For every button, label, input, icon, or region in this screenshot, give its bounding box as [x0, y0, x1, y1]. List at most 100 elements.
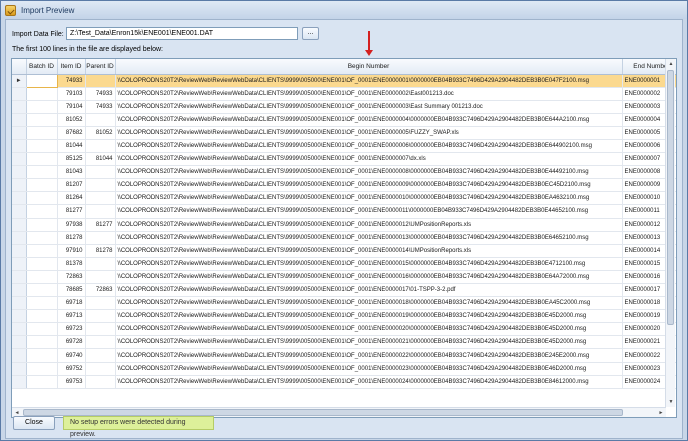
parent-id-cell[interactable]	[85, 348, 116, 363]
parent-id-cell[interactable]: 81278	[85, 244, 116, 258]
item-id-cell[interactable]: 81264	[57, 191, 86, 206]
item-id-cell[interactable]: 69753	[57, 375, 86, 389]
table-row[interactable]: 69740 \\COLOPRODNS20T2\ReviewWeb\ReviewWe…	[12, 348, 676, 363]
vertical-scroll-thumb[interactable]	[667, 70, 674, 325]
row-indicator[interactable]	[12, 309, 27, 324]
preview-grid[interactable]: Batch ID Item ID Parent ID Begin Number …	[11, 58, 677, 418]
table-row[interactable]: 81043 \\COLOPRODNS20T2\ReviewWeb\ReviewWe…	[12, 165, 676, 180]
row-indicator[interactable]	[12, 322, 27, 337]
table-row[interactable]: 81278 \\COLOPRODNS20T2\ReviewWeb\ReviewWe…	[12, 231, 676, 245]
table-row[interactable]: 69752 \\COLOPRODNS20T2\ReviewWeb\ReviewWe…	[12, 362, 676, 376]
begin-number-cell[interactable]: \\COLOPRODNS20T2\ReviewWeb\ReviewWebData…	[115, 165, 623, 180]
parent-id-cell[interactable]: 81052	[85, 126, 116, 140]
item-id-cell[interactable]: 97910	[57, 244, 86, 258]
parent-id-cell[interactable]: 72863	[85, 283, 116, 298]
item-id-cell[interactable]: 69752	[57, 362, 86, 376]
batch-id-cell[interactable]	[26, 126, 58, 140]
table-row[interactable]: 69718 \\COLOPRODNS20T2\ReviewWeb\ReviewWe…	[12, 296, 676, 311]
begin-number-cell[interactable]: \\COLOPRODNS20T2\ReviewWeb\ReviewWebData…	[115, 283, 623, 298]
batch-id-cell[interactable]	[26, 87, 58, 101]
parent-id-cell[interactable]	[85, 257, 116, 271]
row-indicator[interactable]	[12, 204, 27, 219]
item-id-cell[interactable]: 85125	[57, 152, 86, 167]
table-row[interactable]: 97938 81277 \\COLOPRODNS20T2\ReviewWeb\Rev…	[12, 218, 676, 232]
row-indicator[interactable]	[12, 375, 27, 389]
begin-number-cell[interactable]: \\COLOPRODNS20T2\ReviewWeb\ReviewWebData…	[115, 270, 623, 285]
row-indicator[interactable]	[12, 178, 27, 193]
batch-id-cell[interactable]	[26, 348, 58, 363]
row-indicator[interactable]	[12, 244, 27, 258]
batch-id-cell[interactable]	[26, 335, 58, 350]
begin-number-cell[interactable]: \\COLOPRODNS20T2\ReviewWeb\ReviewWebData…	[115, 244, 623, 258]
table-row[interactable]: 81052 \\COLOPRODNS20T2\ReviewWeb\ReviewWe…	[12, 113, 676, 127]
item-id-cell[interactable]: 69728	[57, 335, 86, 350]
parent-id-cell[interactable]	[85, 270, 116, 285]
begin-number-cell[interactable]: \\COLOPRODNS20T2\ReviewWeb\ReviewWebData…	[115, 100, 623, 114]
vertical-scrollbar[interactable]: ▲ ▼	[665, 59, 675, 407]
batch-id-cell[interactable]	[26, 322, 58, 337]
parent-id-cell[interactable]	[85, 139, 116, 154]
batch-id-cell[interactable]	[26, 375, 58, 389]
begin-number-cell[interactable]: \\COLOPRODNS20T2\ReviewWeb\ReviewWebData…	[115, 231, 623, 245]
scroll-up-icon[interactable]: ▲	[666, 59, 676, 69]
begin-number-cell[interactable]: \\COLOPRODNS20T2\ReviewWeb\ReviewWebData…	[115, 335, 623, 350]
parent-id-cell[interactable]	[85, 322, 116, 337]
parent-id-cell[interactable]: 74933	[85, 87, 116, 101]
batch-id-cell[interactable]	[26, 296, 58, 311]
begin-number-cell[interactable]: \\COLOPRODNS20T2\ReviewWeb\ReviewWebData…	[115, 113, 623, 127]
table-row[interactable]: 81378 \\COLOPRODNS20T2\ReviewWeb\ReviewWe…	[12, 257, 676, 271]
begin-number-cell[interactable]: \\COLOPRODNS20T2\ReviewWeb\ReviewWebData…	[115, 139, 623, 154]
batch-id-cell[interactable]	[26, 113, 58, 127]
item-id-cell[interactable]: 78685	[57, 283, 86, 298]
begin-number-cell[interactable]: \\COLOPRODNS20T2\ReviewWeb\ReviewWebData…	[115, 191, 623, 206]
row-indicator[interactable]	[12, 87, 27, 101]
table-row[interactable]: 79103 74933 \\COLOPRODNS20T2\ReviewWeb\Rev…	[12, 87, 676, 101]
table-row[interactable]: 81044 \\COLOPRODNS20T2\ReviewWeb\ReviewWe…	[12, 139, 676, 154]
import-file-path-field[interactable]: Z:\Test_Data\Enron15k\ENE001\ENE001.DAT	[66, 27, 298, 40]
begin-number-cell[interactable]: \\COLOPRODNS20T2\ReviewWeb\ReviewWebData…	[115, 152, 623, 167]
begin-number-cell[interactable]: \\COLOPRODNS20T2\ReviewWeb\ReviewWebData…	[115, 375, 623, 389]
row-indicator[interactable]	[12, 152, 27, 167]
parent-id-cell[interactable]	[85, 178, 116, 193]
parent-id-cell[interactable]	[85, 296, 116, 311]
parent-id-cell[interactable]	[85, 231, 116, 245]
table-row[interactable]: 87682 81052 \\COLOPRODNS20T2\ReviewWeb\Rev…	[12, 126, 676, 140]
column-header-item-id[interactable]: Item ID	[57, 59, 86, 75]
begin-number-cell[interactable]: \\COLOPRODNS20T2\ReviewWeb\ReviewWebData…	[115, 348, 623, 363]
table-row[interactable]: ► 74933 \\COLOPRODNS20T2\ReviewWeb\ReviewW…	[12, 73, 676, 88]
batch-id-cell[interactable]	[26, 257, 58, 271]
item-id-cell[interactable]: 81043	[57, 165, 86, 180]
begin-number-cell[interactable]: \\COLOPRODNS20T2\ReviewWeb\ReviewWebData…	[115, 74, 623, 88]
browse-button[interactable]: ...	[302, 27, 319, 40]
batch-id-cell[interactable]	[26, 165, 58, 180]
item-id-cell[interactable]: 79103	[57, 87, 86, 101]
batch-id-cell[interactable]	[25, 73, 58, 88]
row-indicator[interactable]	[12, 139, 27, 154]
parent-id-cell[interactable]	[85, 165, 116, 180]
scroll-down-icon[interactable]: ▼	[666, 397, 676, 407]
begin-number-cell[interactable]: \\COLOPRODNS20T2\ReviewWeb\ReviewWebData…	[115, 218, 623, 232]
item-id-cell[interactable]: 87682	[57, 126, 86, 140]
batch-id-cell[interactable]	[26, 204, 58, 219]
item-id-cell[interactable]: 81044	[57, 139, 86, 154]
item-id-cell[interactable]: 81278	[57, 231, 86, 245]
table-row[interactable]: 85125 81044 \\COLOPRODNS20T2\ReviewWeb\Rev…	[12, 152, 676, 167]
row-indicator[interactable]	[12, 113, 27, 127]
table-row[interactable]: 79104 74933 \\COLOPRODNS20T2\ReviewWeb\Rev…	[12, 100, 676, 114]
begin-number-cell[interactable]: \\COLOPRODNS20T2\ReviewWeb\ReviewWebData…	[115, 309, 623, 324]
batch-id-cell[interactable]	[26, 218, 58, 232]
title-bar[interactable]: Import Preview	[1, 1, 687, 19]
begin-number-cell[interactable]: \\COLOPRODNS20T2\ReviewWeb\ReviewWebData…	[115, 257, 623, 271]
batch-id-cell[interactable]	[26, 244, 58, 258]
item-id-cell[interactable]: 72863	[57, 270, 86, 285]
item-id-cell[interactable]: 81277	[57, 204, 86, 219]
row-indicator[interactable]	[12, 296, 27, 311]
row-indicator[interactable]	[12, 231, 27, 245]
table-row[interactable]: 72863 \\COLOPRODNS20T2\ReviewWeb\ReviewWe…	[12, 270, 676, 285]
table-row[interactable]: 69753 \\COLOPRODNS20T2\ReviewWeb\ReviewWe…	[12, 375, 676, 389]
item-id-cell[interactable]: 69723	[57, 322, 86, 337]
item-id-cell[interactable]: 74933	[57, 74, 86, 88]
item-id-cell[interactable]: 81207	[57, 178, 86, 193]
item-id-cell[interactable]: 69740	[57, 348, 86, 363]
item-id-cell[interactable]: 69713	[57, 309, 86, 324]
